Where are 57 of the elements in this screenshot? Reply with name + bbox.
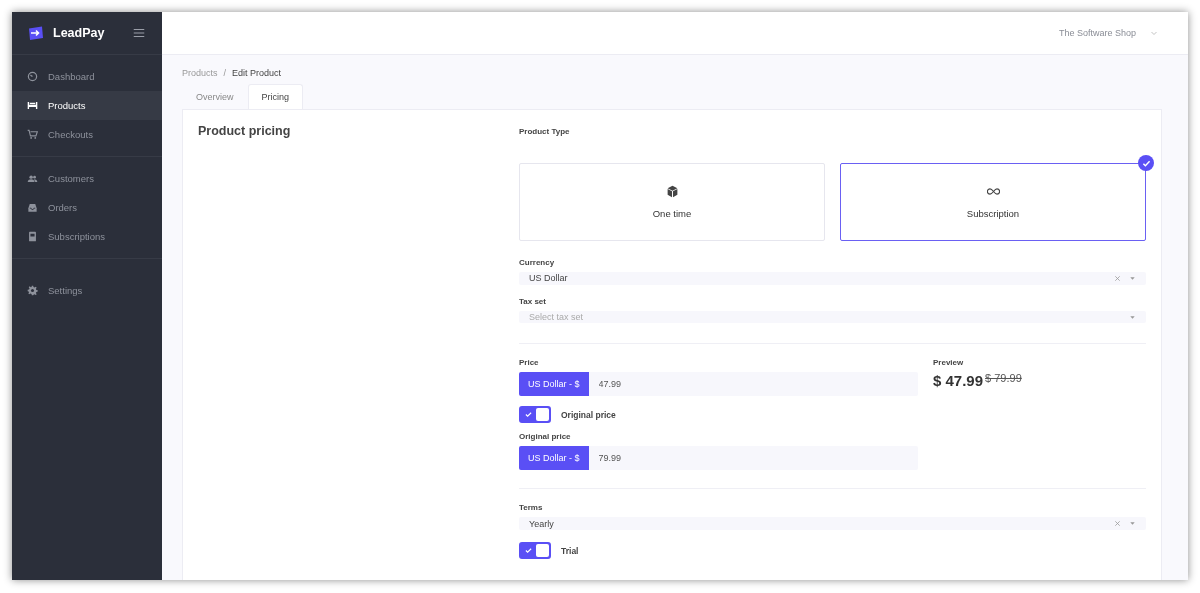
account-name[interactable]: The Software Shop	[1058, 28, 1136, 38]
breadcrumb-link[interactable]: Products	[182, 68, 218, 78]
toggle-switch[interactable]	[519, 406, 551, 424]
field-label: Price	[519, 358, 540, 368]
sidebar-item[interactable]: Subscriptions	[12, 222, 162, 251]
toggle-switch[interactable]	[519, 542, 551, 559]
currency-prefix: US Dollar - $	[519, 372, 589, 397]
price-input[interactable]: 79.99	[588, 446, 918, 471]
breadcrumb-separator: /	[223, 68, 227, 78]
product-type-option[interactable]: Subscription	[840, 163, 1146, 241]
field-label: Product Type	[519, 127, 571, 136]
check-badge-icon	[1138, 155, 1154, 171]
option-label: Subscription	[966, 208, 1020, 219]
inbox-icon	[27, 202, 38, 213]
field-label: Terms	[519, 503, 544, 513]
currency-prefix: US Dollar - $	[519, 446, 589, 471]
preview-price: $ 47.99	[933, 372, 984, 390]
field-label: Tax set	[519, 296, 547, 306]
product-type-option[interactable]: One time	[519, 163, 825, 241]
caret-down-icon	[1129, 520, 1136, 528]
sidebar-item[interactable]: Products	[12, 91, 162, 120]
menu-icon[interactable]	[132, 26, 146, 40]
infinity-icon	[986, 185, 1000, 198]
chevron-down-icon	[1150, 29, 1158, 37]
preview-original-price: $ 79.99	[985, 372, 1022, 385]
caret-down-icon	[1129, 274, 1136, 282]
card-title: Product pricing	[198, 124, 292, 138]
document-icon	[27, 231, 38, 242]
sidebar-item[interactable]: Customers	[12, 164, 162, 193]
cart-icon	[27, 129, 38, 140]
tax-set-select[interactable]: Select tax set	[519, 310, 1146, 324]
price-input[interactable]: 47.99	[588, 372, 918, 397]
sidebar-item[interactable]: Dashboard	[12, 62, 162, 91]
option-label: One time	[652, 208, 692, 219]
field-label: Original price	[519, 432, 572, 442]
tab[interactable]: Overview	[182, 84, 248, 109]
caret-down-icon	[1129, 313, 1136, 321]
check-icon	[525, 411, 532, 419]
sidebar-item[interactable]: Checkouts	[12, 120, 162, 149]
toggle-label: Original price	[561, 409, 616, 420]
gauge-icon	[27, 71, 38, 82]
users-icon	[27, 173, 38, 184]
cube-icon	[665, 185, 679, 198]
clear-icon	[1114, 520, 1121, 528]
toggle-label: Trial	[561, 545, 579, 556]
check-icon	[525, 547, 532, 554]
field-label: Currency	[519, 258, 556, 267]
terms-select[interactable]: Yearly	[519, 517, 1146, 530]
field-label: Preview	[933, 358, 965, 368]
breadcrumb-current: Edit Product	[232, 68, 282, 78]
sidebar-item[interactable]: Settings	[12, 276, 162, 305]
clear-icon	[1114, 274, 1121, 282]
tab[interactable]: Pricing	[247, 84, 304, 109]
brand-name: LeadPay	[53, 26, 106, 40]
sidebar-item[interactable]: Orders	[12, 193, 162, 222]
currency-select[interactable]: US Dollar	[519, 272, 1146, 285]
bed-icon	[27, 100, 38, 111]
